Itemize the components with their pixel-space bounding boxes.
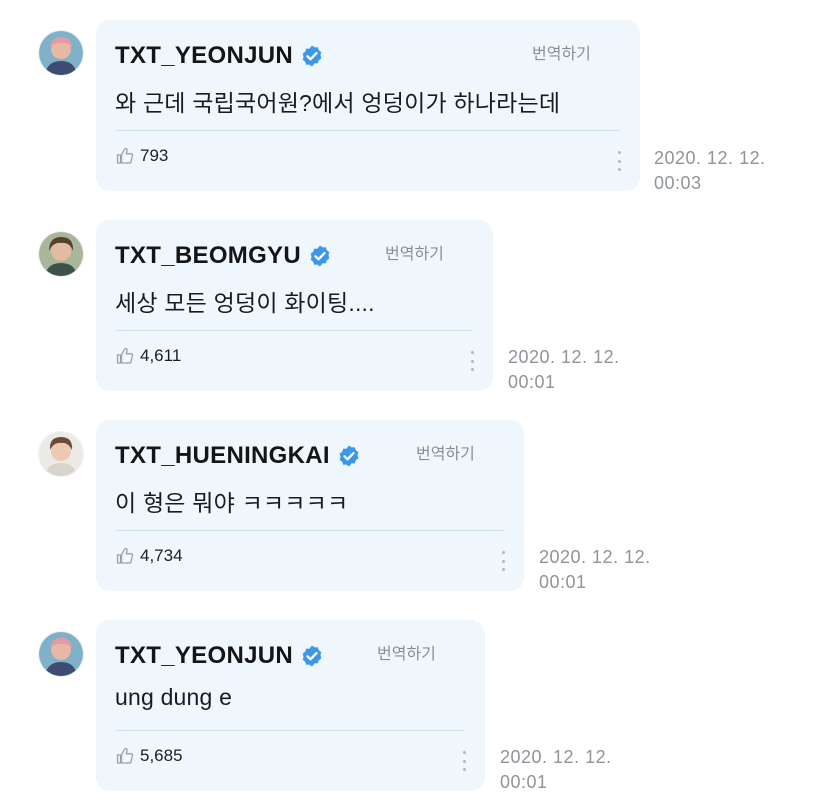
avatar-image	[39, 31, 83, 75]
like-count: 4,734	[140, 546, 183, 565]
comment-text: 이 형은 뭐야 ㅋㅋㅋㅋㅋ	[115, 490, 349, 516]
comment-bubble: TXT_YEONJUN 번역하기 ung dung e 5,685	[96, 620, 485, 791]
comment-bubble: TXT_HUENINGKAI 번역하기 이 형은 뭐야 ㅋㅋㅋㅋㅋ 4,734	[96, 420, 524, 591]
timestamp-date: 2020. 12. 12.	[539, 547, 651, 567]
avatar-image	[39, 632, 83, 676]
thumbs-up-icon	[115, 146, 135, 166]
comment-bubble: TXT_YEONJUN 번역하기 와 근데 국립국어원?에서 엉덩이가 하나라는…	[96, 20, 640, 191]
verified-badge-icon	[308, 244, 332, 268]
verified-badge-icon	[337, 444, 361, 468]
more-vertical-icon[interactable]	[468, 351, 476, 371]
more-vertical-icon[interactable]	[460, 751, 468, 771]
username-row: TXT_BEOMGYU	[115, 242, 332, 270]
divider	[115, 330, 473, 331]
avatar-image	[39, 232, 83, 276]
timestamp: 2020. 12. 12. 00:01	[500, 745, 612, 795]
username-row: TXT_YEONJUN	[115, 42, 324, 70]
translate-button[interactable]: 번역하기	[416, 440, 475, 464]
timestamp-time: 00:03	[654, 173, 702, 193]
timestamp-date: 2020. 12. 12.	[654, 148, 766, 168]
username-row: TXT_YEONJUN	[115, 642, 324, 670]
translate-button[interactable]: 번역하기	[377, 640, 436, 664]
timestamp-time: 00:01	[508, 372, 556, 392]
timestamp: 2020. 12. 12. 00:03	[654, 146, 766, 196]
avatar[interactable]	[39, 632, 83, 676]
username[interactable]: TXT_YEONJUN	[115, 42, 293, 70]
username-row: TXT_HUENINGKAI	[115, 442, 361, 470]
thumbs-up-icon	[115, 746, 135, 766]
divider	[115, 730, 465, 731]
avatar-image	[39, 432, 83, 476]
comment-text: ung dung e	[115, 684, 233, 710]
verified-badge-icon	[300, 644, 324, 668]
timestamp-date: 2020. 12. 12.	[508, 347, 620, 367]
timestamp-time: 00:01	[539, 572, 587, 592]
translate-button[interactable]: 번역하기	[532, 40, 591, 64]
comment-bubble: TXT_BEOMGYU 번역하기 세상 모든 엉덩이 화이팅.... 4,611	[96, 220, 493, 391]
timestamp-date: 2020. 12. 12.	[500, 747, 612, 767]
timestamp-time: 00:01	[500, 772, 548, 792]
username[interactable]: TXT_BEOMGYU	[115, 242, 301, 270]
more-vertical-icon[interactable]	[615, 151, 623, 171]
like-count: 793	[140, 146, 169, 165]
thumbs-up-icon	[115, 346, 135, 366]
timestamp: 2020. 12. 12. 00:01	[508, 345, 620, 395]
like-button[interactable]: 4,611	[115, 346, 181, 366]
username[interactable]: TXT_HUENINGKAI	[115, 442, 330, 470]
divider	[115, 530, 504, 531]
divider	[115, 130, 620, 131]
more-vertical-icon[interactable]	[499, 551, 507, 571]
verified-badge-icon	[300, 44, 324, 68]
like-count: 4,611	[140, 346, 182, 365]
like-button[interactable]: 4,734	[115, 546, 183, 566]
like-button[interactable]: 793	[115, 146, 168, 166]
like-button[interactable]: 5,685	[115, 746, 183, 766]
like-count: 5,685	[140, 746, 183, 765]
comment-text: 세상 모든 엉덩이 화이팅....	[115, 290, 375, 316]
thumbs-up-icon	[115, 546, 135, 566]
avatar[interactable]	[39, 31, 83, 75]
avatar[interactable]	[39, 232, 83, 276]
avatar[interactable]	[39, 432, 83, 476]
comment-text: 와 근데 국립국어원?에서 엉덩이가 하나라는데	[115, 90, 561, 116]
timestamp: 2020. 12. 12. 00:01	[539, 545, 651, 595]
username[interactable]: TXT_YEONJUN	[115, 642, 293, 670]
translate-button[interactable]: 번역하기	[385, 240, 444, 264]
